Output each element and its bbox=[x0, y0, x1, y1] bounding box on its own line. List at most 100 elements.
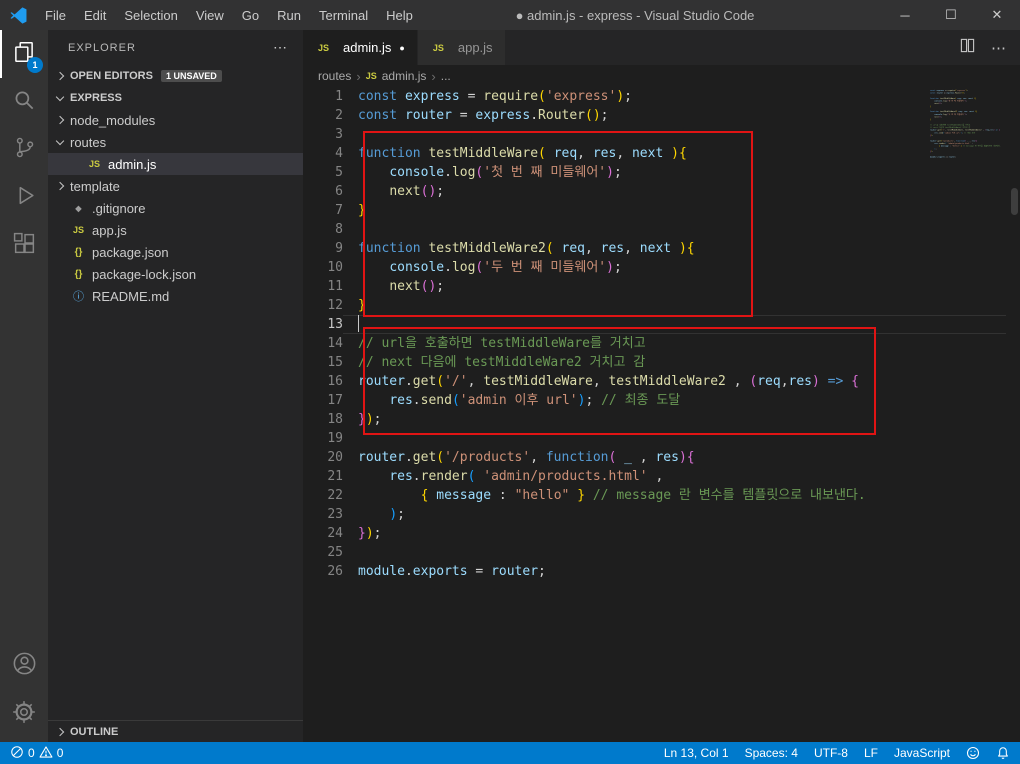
line-number: 25 bbox=[327, 545, 343, 560]
line-number: 18 bbox=[327, 412, 343, 427]
breadcrumb-more[interactable]: ... bbox=[441, 69, 451, 83]
activity-search[interactable] bbox=[0, 78, 48, 126]
tree-item-label: admin.js bbox=[108, 156, 157, 172]
line-number: 5 bbox=[335, 165, 343, 180]
window-controls: ─ ☐ ✕ bbox=[882, 0, 1020, 30]
code-line-25: 25 bbox=[303, 543, 1020, 562]
code-line-11: 11 next(); bbox=[303, 277, 1020, 296]
line-number: 24 bbox=[327, 526, 343, 541]
json-file-icon: {} bbox=[74, 246, 83, 258]
git-file-icon: ◆ bbox=[75, 203, 82, 213]
tree-item-label: template bbox=[70, 178, 120, 194]
menu-view[interactable]: View bbox=[187, 0, 233, 30]
project-header[interactable]: EXPRESS bbox=[48, 87, 303, 109]
tab-list: JS admin.js ● JS app.js bbox=[303, 30, 506, 65]
indentation[interactable]: Spaces: 4 bbox=[745, 746, 798, 760]
menu-selection[interactable]: Selection bbox=[115, 0, 186, 30]
cursor-position[interactable]: Ln 13, Col 1 bbox=[664, 746, 729, 760]
tree-item-label: node_modules bbox=[70, 112, 156, 128]
error-count: 0 bbox=[28, 746, 35, 760]
language-mode[interactable]: JavaScript bbox=[894, 746, 950, 760]
split-editor-icon[interactable] bbox=[960, 38, 975, 57]
line-number: 3 bbox=[335, 127, 343, 142]
window-title: ● admin.js - express - Visual Studio Cod… bbox=[515, 7, 755, 23]
editor-more-actions-icon[interactable]: ⋯ bbox=[991, 39, 1006, 57]
menu-help[interactable]: Help bbox=[377, 0, 422, 30]
activity-account[interactable] bbox=[0, 642, 48, 690]
menu-run[interactable]: Run bbox=[268, 0, 310, 30]
line-number: 19 bbox=[327, 431, 343, 446]
tab-app.js[interactable]: JS app.js bbox=[417, 30, 506, 65]
tree-item-template[interactable]: template bbox=[48, 175, 303, 197]
activity-explorer[interactable]: 1 bbox=[0, 30, 48, 78]
chevron-right-icon bbox=[55, 727, 65, 736]
open-editors-header[interactable]: OPEN EDITORS 1 UNSAVED bbox=[48, 65, 303, 87]
error-icon bbox=[10, 745, 24, 762]
tree-item-routes[interactable]: routes bbox=[48, 131, 303, 153]
tree-item-package-lock.json[interactable]: {} package-lock.json bbox=[48, 263, 303, 285]
editor[interactable]: 1 const express = require('express'); 2 con… bbox=[303, 87, 1020, 742]
more-actions-icon[interactable]: ⋯ bbox=[273, 39, 287, 56]
tab-admin.js[interactable]: JS admin.js ● bbox=[303, 30, 418, 65]
encoding[interactable]: UTF-8 bbox=[814, 746, 848, 760]
editor-group: JS admin.js ● JS app.js ⋯ routes › JS admin.… bbox=[303, 30, 1020, 742]
code-line-13: 13 bbox=[303, 315, 1020, 334]
breadcrumb: routes › JS admin.js › ... bbox=[303, 65, 1020, 87]
tree-item-label: package.json bbox=[92, 244, 169, 260]
tree-item-admin.js[interactable]: JS admin.js bbox=[48, 153, 303, 175]
unsaved-badge: 1 UNSAVED bbox=[160, 70, 222, 82]
tree-item-label: app.js bbox=[92, 222, 127, 238]
line-number: 12 bbox=[327, 298, 343, 313]
breadcrumb-admin-js[interactable]: admin.js bbox=[382, 69, 427, 83]
scrollbar-marker[interactable] bbox=[1011, 188, 1018, 215]
breadcrumb-routes[interactable]: routes bbox=[318, 69, 351, 83]
text-cursor bbox=[358, 315, 359, 332]
menu-edit[interactable]: Edit bbox=[75, 0, 115, 30]
line-number: 7 bbox=[335, 203, 343, 218]
line-number: 4 bbox=[335, 146, 343, 161]
notifications-bell-icon[interactable] bbox=[996, 746, 1010, 760]
close-button[interactable]: ✕ bbox=[974, 0, 1020, 30]
eol-selector[interactable]: LF bbox=[864, 746, 878, 760]
maximize-button[interactable]: ☐ bbox=[928, 0, 974, 30]
code-line-5: 5 console.log('첫 번 째 미들웨어'); bbox=[303, 163, 1020, 182]
tree-item-package.json[interactable]: {} package.json bbox=[48, 241, 303, 263]
tree-item-.gitignore[interactable]: ◆ .gitignore bbox=[48, 197, 303, 219]
code-line-21: 21 res.render( 'admin/products.html' , bbox=[303, 467, 1020, 486]
code-line-1: 1 const express = require('express'); bbox=[303, 87, 1020, 106]
tree-item-README.md[interactable]: ⓘ README.md bbox=[48, 285, 303, 307]
activity-settings[interactable] bbox=[0, 690, 48, 738]
outline-header[interactable]: OUTLINE bbox=[48, 720, 303, 742]
js-file-icon: JS bbox=[432, 42, 444, 53]
tree-item-label: README.md bbox=[92, 288, 170, 304]
activity-source-control[interactable] bbox=[0, 126, 48, 174]
chevron-right-icon bbox=[55, 71, 65, 81]
chevron-down-icon bbox=[55, 92, 65, 101]
menu-go[interactable]: Go bbox=[233, 0, 268, 30]
run-debug-play-icon bbox=[12, 183, 37, 213]
vscode-logo-icon bbox=[0, 6, 36, 24]
problems-indicator[interactable]: 0 0 bbox=[10, 745, 63, 762]
feedback-icon[interactable] bbox=[966, 746, 980, 760]
activity-run-debug[interactable] bbox=[0, 174, 48, 222]
menu-terminal[interactable]: Terminal bbox=[310, 0, 377, 30]
account-icon bbox=[11, 650, 38, 682]
code-line-10: 10 console.log('두 번 째 미들웨어'); bbox=[303, 258, 1020, 277]
tree-item-app.js[interactable]: JS app.js bbox=[48, 219, 303, 241]
chevron-right-icon bbox=[55, 115, 65, 125]
file-tree: node_modules routes JS admin.js template ◆ .gi… bbox=[48, 109, 303, 307]
code-line-23: 23 ); bbox=[303, 505, 1020, 524]
minimize-button[interactable]: ─ bbox=[882, 0, 928, 30]
code-line-17: 17 res.send('admin 이후 url'); // 최종 도달 bbox=[303, 391, 1020, 410]
chevron-separator-icon: › bbox=[431, 68, 436, 84]
gear-icon bbox=[11, 699, 37, 730]
menu-file[interactable]: File bbox=[36, 0, 75, 30]
explorer-badge: 1 bbox=[27, 57, 43, 73]
outline-label: OUTLINE bbox=[70, 725, 119, 738]
tree-item-label: .gitignore bbox=[92, 200, 146, 216]
activity-extensions[interactable] bbox=[0, 222, 48, 270]
tree-item-node_modules[interactable]: node_modules bbox=[48, 109, 303, 131]
minimap[interactable]: const express = require('express'); const… bbox=[930, 89, 1010, 289]
code-line-22: 22 { message : "hello" } // message 란 변수… bbox=[303, 486, 1020, 505]
js-file-icon: JS bbox=[72, 225, 84, 235]
